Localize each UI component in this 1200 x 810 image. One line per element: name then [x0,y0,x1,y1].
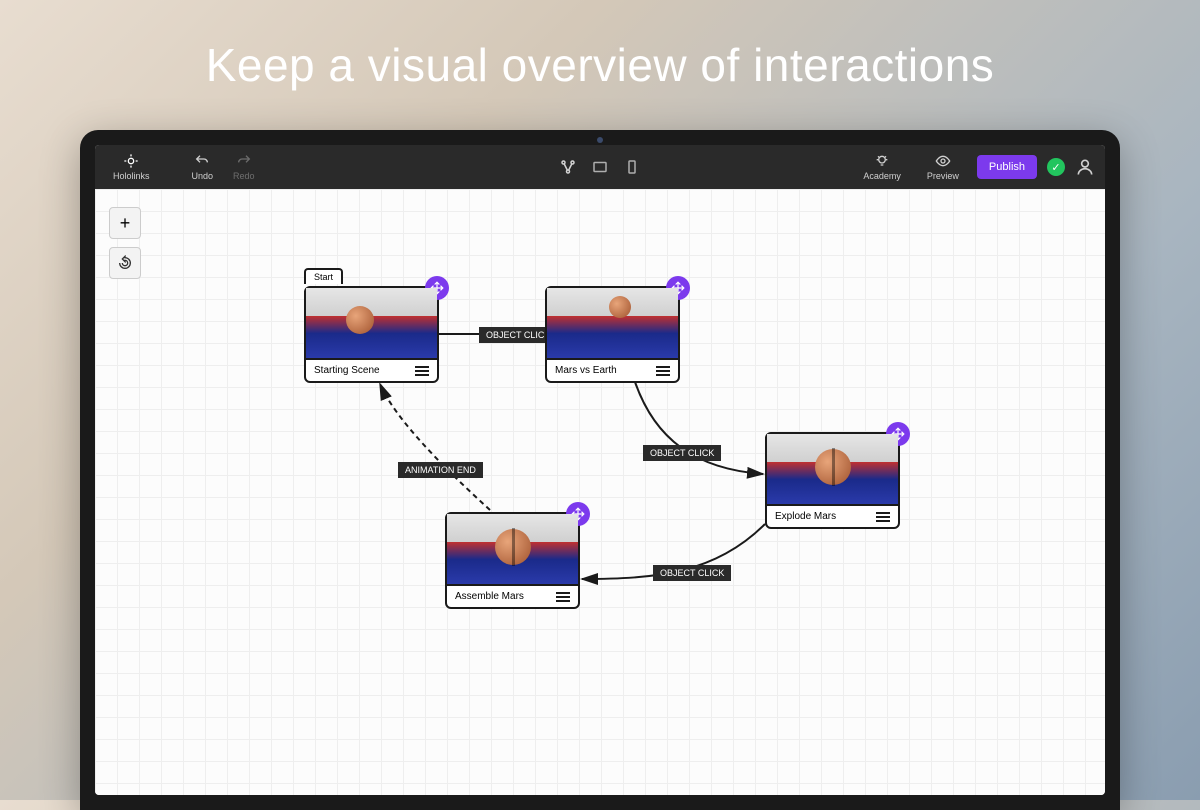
graph-view-icon[interactable] [559,158,577,176]
node-assemble-mars[interactable]: Assemble Mars [445,512,580,609]
edge-label: OBJECT CLICK [643,445,721,461]
edge-label: ANIMATION END [398,462,483,478]
canvas-tools: + [109,207,141,279]
eye-icon [935,153,951,169]
desktop-view-icon[interactable] [591,158,609,176]
toolbar-center-group [559,158,641,176]
node-menu-button[interactable] [556,596,570,598]
edge-label: OBJECT CLICK [653,565,731,581]
user-icon[interactable] [1075,157,1095,177]
top-toolbar: Hololinks Undo Redo [95,145,1105,189]
node-starting-scene[interactable]: Start Starting Scene [304,286,439,383]
node-label: Assemble Mars [455,591,524,602]
node-thumbnail [306,288,437,360]
academy-button[interactable]: Academy [855,153,909,181]
lightbulb-icon [874,153,890,169]
undo-button[interactable]: Undo [184,153,222,181]
flow-canvas[interactable]: + O [95,189,1105,795]
node-menu-button[interactable] [415,370,429,372]
reset-view-button[interactable] [109,247,141,279]
logo-button[interactable]: Hololinks [105,153,158,181]
node-label: Explode Mars [775,511,836,522]
academy-label: Academy [863,171,901,181]
redo-label: Redo [233,171,255,181]
undo-label: Undo [192,171,214,181]
node-thumbnail [767,434,898,506]
logo-label: Hololinks [113,171,150,181]
app-screen: Hololinks Undo Redo [95,145,1105,795]
node-thumbnail [447,514,578,586]
node-explode-mars[interactable]: Explode Mars [765,432,900,529]
node-menu-button[interactable] [876,516,890,518]
node-label: Starting Scene [314,365,380,376]
toolbar-right-group: Academy Preview Publish ✓ [855,153,1095,181]
node-thumbnail [547,288,678,360]
reset-icon [117,255,133,271]
status-indicator: ✓ [1047,158,1065,176]
add-node-button[interactable]: + [109,207,141,239]
headline-text: Keep a visual overview of interactions [0,38,1200,92]
laptop-camera [597,137,603,143]
edges-layer [95,189,1105,795]
preview-button[interactable]: Preview [919,153,967,181]
node-menu-button[interactable] [656,370,670,372]
undo-icon [194,153,210,169]
preview-label: Preview [927,171,959,181]
laptop-frame: Hololinks Undo Redo [80,130,1120,810]
mobile-view-icon[interactable] [623,158,641,176]
toolbar-left-group: Hololinks Undo Redo [105,153,263,181]
logo-icon [123,153,139,169]
publish-button[interactable]: Publish [977,155,1037,179]
node-label: Mars vs Earth [555,365,617,376]
redo-icon [236,153,252,169]
redo-button[interactable]: Redo [225,153,263,181]
node-mars-vs-earth[interactable]: Mars vs Earth [545,286,680,383]
start-tag: Start [304,268,343,284]
